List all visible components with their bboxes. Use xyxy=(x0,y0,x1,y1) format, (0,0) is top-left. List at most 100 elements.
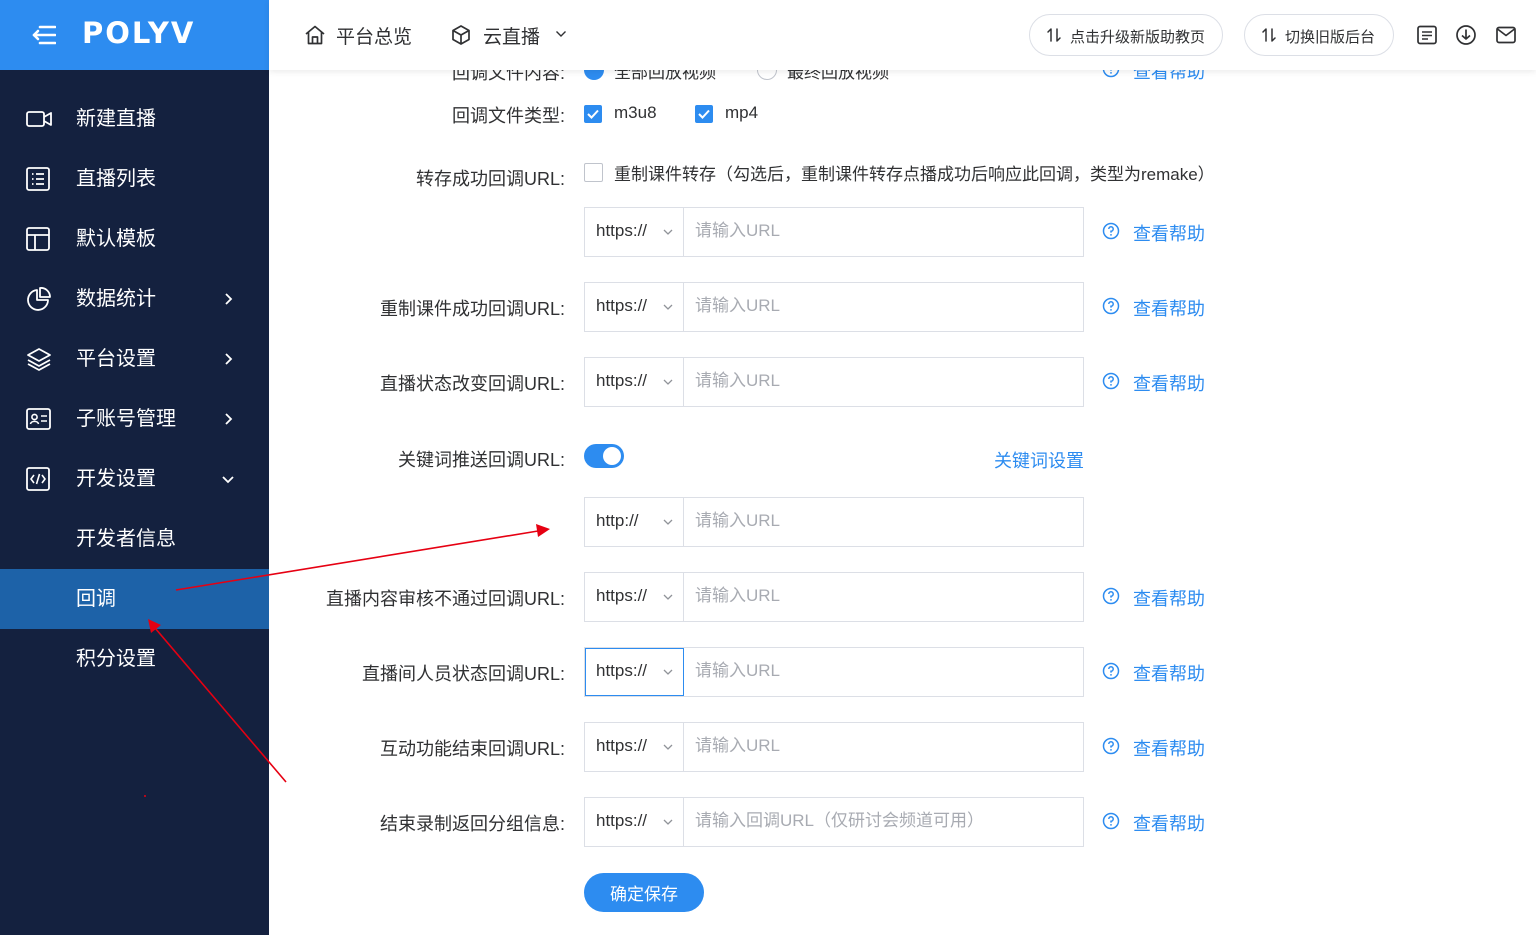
check-icon xyxy=(698,109,710,119)
url-input-group: https:// xyxy=(584,282,1090,332)
checkbox-mp4[interactable] xyxy=(695,105,713,123)
url-input[interactable] xyxy=(684,798,1090,844)
chevron-down-icon xyxy=(663,379,673,385)
protocol-select[interactable]: http:// xyxy=(585,498,684,546)
help-link-label: 查看帮助 xyxy=(1133,739,1205,759)
url-input-group: https:// xyxy=(584,572,1090,622)
sidebar-item-default-template[interactable]: 默认模板 xyxy=(0,209,269,269)
sidebar-item-label: 子账号管理 xyxy=(76,408,176,430)
url-input[interactable] xyxy=(684,573,1090,619)
download-icon[interactable] xyxy=(1455,24,1477,46)
help-link-label: 查看帮助 xyxy=(1133,664,1205,684)
url-input[interactable] xyxy=(684,283,1090,329)
checkbox-mp4-label: mp4 xyxy=(725,103,759,122)
chevron-down-icon xyxy=(663,594,673,600)
save-button[interactable]: 确定保存 xyxy=(584,873,704,912)
protocol-select[interactable]: https:// xyxy=(585,723,684,771)
checkbox-remake[interactable] xyxy=(584,163,603,182)
home-icon xyxy=(305,25,325,45)
url-input-group: https:// xyxy=(584,647,1090,697)
protocol-value: https:// xyxy=(596,736,648,755)
url-input[interactable] xyxy=(684,498,1090,544)
layers-icon xyxy=(27,348,51,371)
file-type-label: 回调文件类型: xyxy=(451,106,565,126)
help-circle-icon xyxy=(1102,587,1120,605)
nav-platform-overview-label: 平台总览 xyxy=(336,27,413,48)
protocol-select[interactable]: https:// xyxy=(585,798,684,846)
chevron-down-icon xyxy=(663,819,673,825)
protocol-select[interactable]: https:// xyxy=(585,358,684,406)
url-row-label: 直播间人员状态回调URL: xyxy=(361,664,565,684)
switch-old-version-label: 切换旧版后台 xyxy=(1285,29,1376,46)
protocol-select[interactable]: https:// xyxy=(585,208,684,256)
sidebar-item-sub-accounts[interactable]: 子账号管理 xyxy=(0,389,269,449)
file-type-group: m3u8 mp4 xyxy=(584,103,784,125)
keyword-push-toggle[interactable] xyxy=(584,444,624,468)
url-input[interactable] xyxy=(684,358,1090,404)
chevron-down-icon xyxy=(663,669,673,675)
url-row-label: 直播状态改变回调URL: xyxy=(379,374,565,394)
transfer-success-label: 转存成功回调URL: xyxy=(415,169,565,189)
checkbox-m3u8[interactable] xyxy=(584,105,602,123)
remake-checkbox-row: 重制课件转存（勾选后，重制课件转存点播成功后响应此回调，类型为remake） xyxy=(584,160,1244,184)
sidebar-subitem-developer-info[interactable]: 开发者信息 xyxy=(0,509,269,569)
help-link-label: 查看帮助 xyxy=(1133,374,1205,394)
help-link-label: 查看帮助 xyxy=(1133,224,1205,244)
chevron-down-icon xyxy=(663,229,673,235)
chevron-down-icon xyxy=(663,744,673,750)
chevron-down-icon xyxy=(556,31,566,37)
help-circle-icon xyxy=(1102,812,1120,830)
protocol-value: https:// xyxy=(596,221,648,240)
sidebar-item-label: 开发者信息 xyxy=(76,528,176,550)
layout-template-icon xyxy=(26,227,50,251)
url-input-group: https:// xyxy=(584,207,1090,257)
sidebar-item-label: 平台设置 xyxy=(76,348,156,370)
chevron-down-icon xyxy=(663,304,673,310)
url-input[interactable] xyxy=(684,648,1090,694)
help-circle-icon xyxy=(1102,297,1120,315)
help-link-label: 查看帮助 xyxy=(1133,589,1205,609)
url-input[interactable] xyxy=(684,723,1090,769)
arrowhead-right xyxy=(536,524,550,537)
upgrade-assistant-button[interactable]: 点击升级新版助教页 xyxy=(1029,14,1223,56)
url-input-group: https:// xyxy=(584,797,1090,847)
protocol-select[interactable]: https:// xyxy=(585,648,684,696)
help-circle-icon xyxy=(1102,222,1120,240)
keyword-push-label: 关键词推送回调URL: xyxy=(397,450,565,470)
chevron-right-icon xyxy=(225,353,233,365)
check-icon xyxy=(587,109,599,119)
nav-cloud-live-label: 云直播 xyxy=(483,27,541,48)
switch-arrows-icon xyxy=(1047,28,1061,42)
upgrade-assistant-label: 点击升级新版助教页 xyxy=(1070,29,1206,46)
polyv-logo: POLYV xyxy=(82,16,196,50)
url-input-group: http:// xyxy=(584,497,1090,547)
protocol-select[interactable]: https:// xyxy=(585,573,684,621)
protocol-value: https:// xyxy=(596,661,648,680)
help-link-label: 查看帮助 xyxy=(1133,814,1205,834)
chevron-down-icon xyxy=(222,476,234,484)
protocol-value: https:// xyxy=(596,371,648,390)
keyword-settings-link[interactable]: 关键词设置 xyxy=(994,447,1084,473)
help-circle-icon xyxy=(1102,662,1120,680)
menu-toggle-icon[interactable] xyxy=(32,24,56,46)
protocol-value: https:// xyxy=(596,586,648,605)
protocol-value: https:// xyxy=(596,296,648,315)
switch-old-version-button[interactable]: 切换旧版后台 xyxy=(1244,14,1394,56)
url-row-label: 直播内容审核不通过回调URL: xyxy=(325,589,565,609)
url-row-label: 互动功能结束回调URL: xyxy=(379,739,565,759)
cube-icon xyxy=(452,25,470,45)
remake-checkbox-label: 重制课件转存（勾选后，重制课件转存点播成功后响应此回调，类型为remake） xyxy=(614,165,1215,184)
protocol-value: https:// xyxy=(596,811,648,830)
mail-icon[interactable] xyxy=(1495,24,1517,46)
chevron-down-icon xyxy=(663,519,673,525)
chevron-right-icon xyxy=(225,413,233,425)
url-input[interactable] xyxy=(684,208,1090,254)
id-card-icon xyxy=(26,408,51,430)
top-bar: 平台总览 云直播 点击升级新版助教页 切换旧版后台 xyxy=(269,0,1536,70)
protocol-value: http:// xyxy=(596,511,639,530)
url-input-group: https:// xyxy=(584,722,1090,772)
document-icon[interactable] xyxy=(1416,24,1438,46)
sidebar-item-label: 默认模板 xyxy=(76,228,156,250)
protocol-select[interactable]: https:// xyxy=(585,283,684,331)
url-row-label: 重制课件成功回调URL: xyxy=(379,299,565,319)
